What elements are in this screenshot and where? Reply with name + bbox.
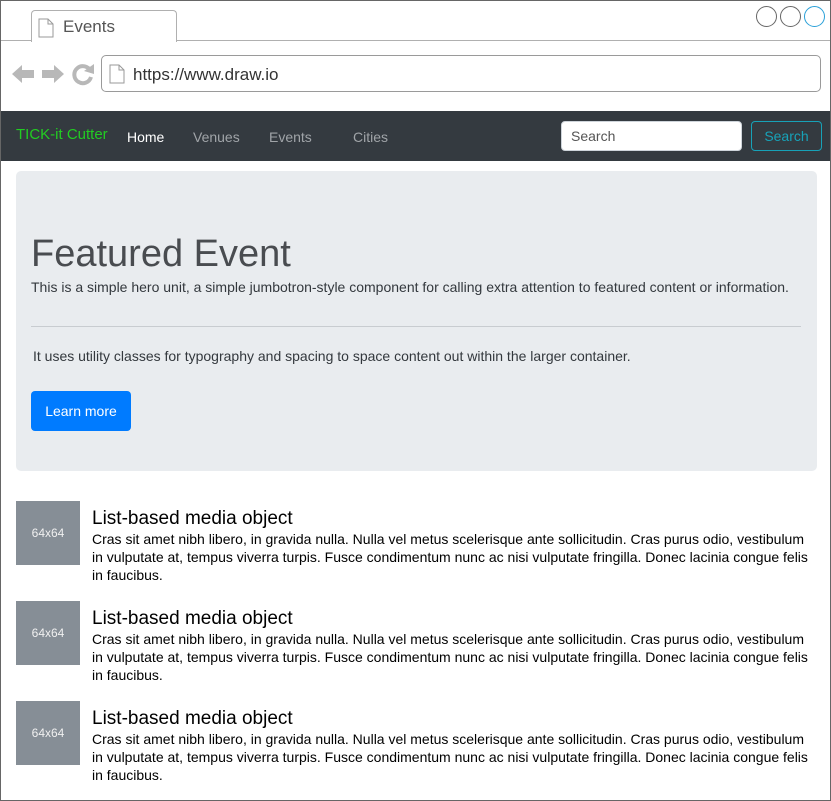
window-control-icon[interactable] xyxy=(756,6,777,27)
media-text: Cras sit amet nibh libero, in gravida nu… xyxy=(92,731,808,783)
navbar-brand[interactable]: TICK-it Cutter xyxy=(16,126,108,143)
media-heading: List-based media object xyxy=(92,708,293,729)
tab-bar: Events xyxy=(1,1,830,42)
media-text: Cras sit amet nibh libero, in gravida nu… xyxy=(92,531,808,583)
media-text: Cras sit amet nibh libero, in gravida nu… xyxy=(92,631,808,683)
nav-link-venues[interactable]: Venues xyxy=(193,129,240,145)
search-button[interactable]: Search xyxy=(751,121,822,151)
media-placeholder-image: 64x64 xyxy=(16,501,80,565)
browser-tab[interactable]: Events xyxy=(31,10,177,42)
jumbotron-lead: This is a simple hero unit, a simple jum… xyxy=(31,279,789,295)
list-item: 64x64 List-based media object Cras sit a… xyxy=(16,601,817,691)
media-placeholder-image: 64x64 xyxy=(16,601,80,665)
jumbotron-text: It uses utility classes for typography a… xyxy=(33,348,631,364)
url-field[interactable]: https://www.draw.io xyxy=(101,55,821,92)
media-body: List-based media object Cras sit amet ni… xyxy=(92,608,817,684)
nav-link-cities[interactable]: Cities xyxy=(353,129,388,145)
media-body: List-based media object Cras sit amet ni… xyxy=(92,508,817,584)
tab-title: Events xyxy=(63,17,115,36)
media-placeholder-image: 64x64 xyxy=(16,701,80,765)
media-heading: List-based media object xyxy=(92,508,293,529)
search-input[interactable] xyxy=(561,121,742,151)
back-arrow-icon[interactable] xyxy=(11,62,35,86)
browser-window: Events https://www.draw.io TICK-it Cutte… xyxy=(0,0,831,801)
reload-icon[interactable] xyxy=(71,62,95,86)
forward-arrow-icon[interactable] xyxy=(41,62,65,86)
nav-link-events[interactable]: Events xyxy=(269,129,312,145)
navbar: TICK-it Cutter Home Venues Events Cities… xyxy=(1,111,830,161)
document-icon xyxy=(38,18,54,38)
url-text: https://www.draw.io xyxy=(133,65,279,84)
address-bar-row: https://www.draw.io xyxy=(1,42,830,111)
media-body: List-based media object Cras sit amet ni… xyxy=(92,708,817,784)
nav-link-home[interactable]: Home xyxy=(127,129,164,145)
jumbotron-title: Featured Event xyxy=(31,233,291,275)
learn-more-button[interactable]: Learn more xyxy=(31,391,131,431)
window-control-icon[interactable] xyxy=(780,6,801,27)
document-icon xyxy=(109,64,125,84)
media-heading: List-based media object xyxy=(92,608,293,629)
window-control-icon[interactable] xyxy=(804,6,825,27)
divider xyxy=(31,326,801,327)
list-item: 64x64 List-based media object Cras sit a… xyxy=(16,501,817,591)
jumbotron: Featured Event This is a simple hero uni… xyxy=(16,171,817,471)
list-item: 64x64 List-based media object Cras sit a… xyxy=(16,701,817,791)
